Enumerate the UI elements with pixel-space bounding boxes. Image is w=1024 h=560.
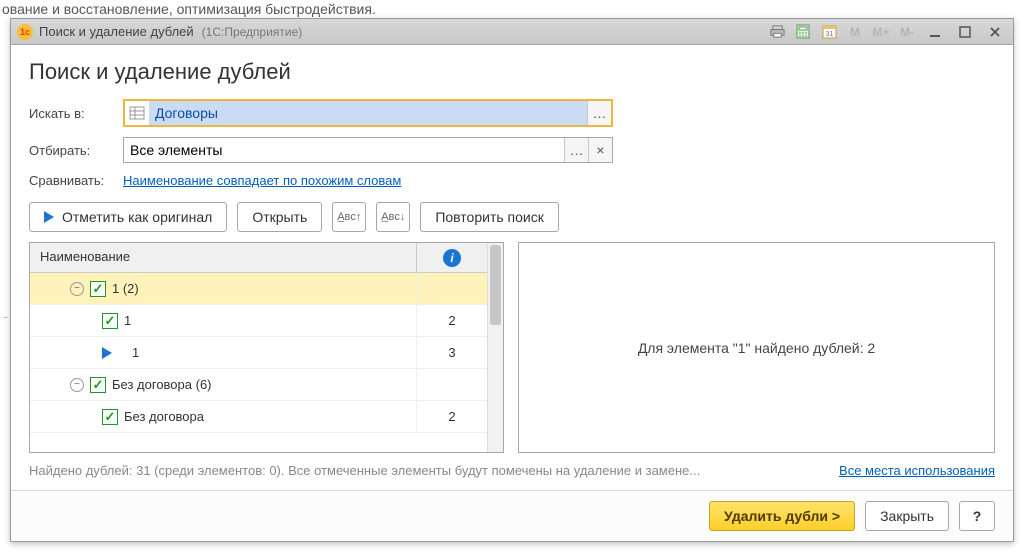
- details-pane: Для элемента "1" найдено дублей: 2: [518, 242, 995, 453]
- table-row[interactable]: ✓ Без договора 2: [30, 401, 487, 433]
- table-row[interactable]: − ✓ Без договора (6): [30, 369, 487, 401]
- content: Поиск и удаление дублей Искать в: … Отби…: [11, 45, 1013, 490]
- label-filter: Отбирать:: [29, 143, 115, 158]
- mark-original-button[interactable]: Отметить как оригинал: [29, 202, 227, 232]
- original-icon: [102, 347, 112, 359]
- window-title: Поиск и удаление дублей: [39, 24, 194, 39]
- checkbox[interactable]: ✓: [90, 281, 106, 297]
- search-in-input[interactable]: [149, 101, 587, 125]
- table-row[interactable]: ✓ 1 2: [30, 305, 487, 337]
- row-label: 1: [132, 345, 139, 360]
- help-button[interactable]: ?: [959, 501, 995, 531]
- label-search-in: Искать в:: [29, 106, 115, 121]
- scrollbar-thumb[interactable]: [490, 245, 501, 325]
- row-info: 2: [417, 409, 487, 424]
- row-label: 1: [124, 313, 131, 328]
- delete-label: Удалить дубли >: [724, 508, 840, 524]
- close-label: Закрыть: [880, 508, 934, 524]
- window-subtitle: (1С:Предприятие): [202, 25, 303, 39]
- svg-text:31: 31: [825, 31, 833, 38]
- filter-more-button[interactable]: …: [564, 138, 588, 162]
- search-in-more-button[interactable]: …: [587, 101, 611, 125]
- minimize-icon[interactable]: [923, 22, 947, 42]
- row-label: Без договора: [124, 409, 204, 424]
- expander-icon[interactable]: −: [70, 378, 84, 392]
- maximize-icon[interactable]: [953, 22, 977, 42]
- toolbar: Отметить как оригинал Открыть A̲ʙᴄ↑ A̲ʙᴄ…: [29, 202, 995, 232]
- row-filter: Отбирать: … ×: [29, 137, 995, 163]
- logo-1c-icon: 1c: [17, 24, 33, 40]
- filter-input[interactable]: [124, 138, 564, 162]
- table-row[interactable]: − ✓ 1 (2): [30, 273, 487, 305]
- close-icon[interactable]: [983, 22, 1007, 42]
- footer: Удалить дубли > Закрыть ?: [11, 490, 1013, 541]
- open-button[interactable]: Открыть: [237, 202, 322, 232]
- delete-duplicates-button[interactable]: Удалить дубли >: [709, 501, 855, 531]
- all-usages-link[interactable]: Все места использования: [839, 463, 995, 478]
- modal-window: 1c Поиск и удаление дублей (1С:Предприят…: [10, 18, 1014, 542]
- arrow-right-icon: [44, 211, 54, 223]
- case-down-button[interactable]: A̲ʙᴄ↓: [376, 202, 410, 232]
- filter-clear-button[interactable]: ×: [588, 138, 612, 162]
- titlebar: 1c Поиск и удаление дублей (1С:Предприят…: [11, 19, 1013, 45]
- abc-down-icon: A̲ʙᴄ↓: [381, 212, 405, 223]
- mark-original-label: Отметить как оригинал: [62, 209, 212, 225]
- compare-link[interactable]: Наименование совпадает по похожим словам: [123, 173, 401, 188]
- table-row[interactable]: 1 3: [30, 337, 487, 369]
- open-label: Открыть: [252, 209, 307, 225]
- row-label: Без договора (6): [112, 377, 212, 392]
- row-info: 3: [417, 345, 487, 360]
- row-compare: Сравнивать: Наименование совпадает по по…: [29, 173, 995, 188]
- row-search-in: Искать в: …: [29, 99, 995, 127]
- checkbox[interactable]: ✓: [102, 409, 118, 425]
- memory-m-minus[interactable]: M-: [897, 22, 917, 42]
- filter-input-wrap[interactable]: … ×: [123, 137, 613, 163]
- catalog-icon: [125, 101, 149, 125]
- mid-panes: Наименование i − ✓ 1 (2): [29, 242, 995, 453]
- case-up-button[interactable]: A̲ʙᴄ↑: [332, 202, 366, 232]
- col-info[interactable]: i: [417, 243, 487, 272]
- background-text: ование и восстановление, оптимизация быс…: [0, 1, 376, 17]
- checkbox[interactable]: ✓: [102, 313, 118, 329]
- scrollbar[interactable]: [487, 243, 503, 452]
- checkbox[interactable]: ✓: [90, 377, 106, 393]
- status-bar: Найдено дублей: 31 (среди элементов: 0).…: [29, 463, 995, 478]
- memory-m-plus[interactable]: M+: [871, 22, 891, 42]
- search-in-input-wrap[interactable]: …: [123, 99, 613, 127]
- tree-rows: − ✓ 1 (2) ✓ 1 2: [30, 273, 487, 452]
- abc-up-icon: A̲ʙᴄ↑: [337, 212, 361, 223]
- page-title: Поиск и удаление дублей: [29, 59, 995, 85]
- row-label: 1 (2): [112, 281, 139, 296]
- col-name[interactable]: Наименование: [30, 243, 417, 272]
- memory-m[interactable]: M: [845, 22, 865, 42]
- label-compare: Сравнивать:: [29, 173, 115, 188]
- tree-panel: Наименование i − ✓ 1 (2): [29, 242, 504, 453]
- print-icon[interactable]: [767, 22, 787, 42]
- expander-icon[interactable]: −: [70, 282, 84, 296]
- details-text: Для элемента "1" найдено дублей: 2: [638, 340, 875, 356]
- repeat-search-label: Повторить поиск: [435, 209, 544, 225]
- calculator-icon[interactable]: [793, 22, 813, 42]
- calendar-icon[interactable]: 31: [819, 22, 839, 42]
- row-info: 2: [417, 313, 487, 328]
- tree-header: Наименование i: [30, 243, 487, 273]
- status-text: Найдено дублей: 31 (среди элементов: 0).…: [29, 463, 831, 478]
- help-label: ?: [973, 508, 982, 524]
- info-icon: i: [443, 249, 461, 267]
- repeat-search-button[interactable]: Повторить поиск: [420, 202, 559, 232]
- close-button[interactable]: Закрыть: [865, 501, 949, 531]
- background-link: _: [4, 312, 7, 318]
